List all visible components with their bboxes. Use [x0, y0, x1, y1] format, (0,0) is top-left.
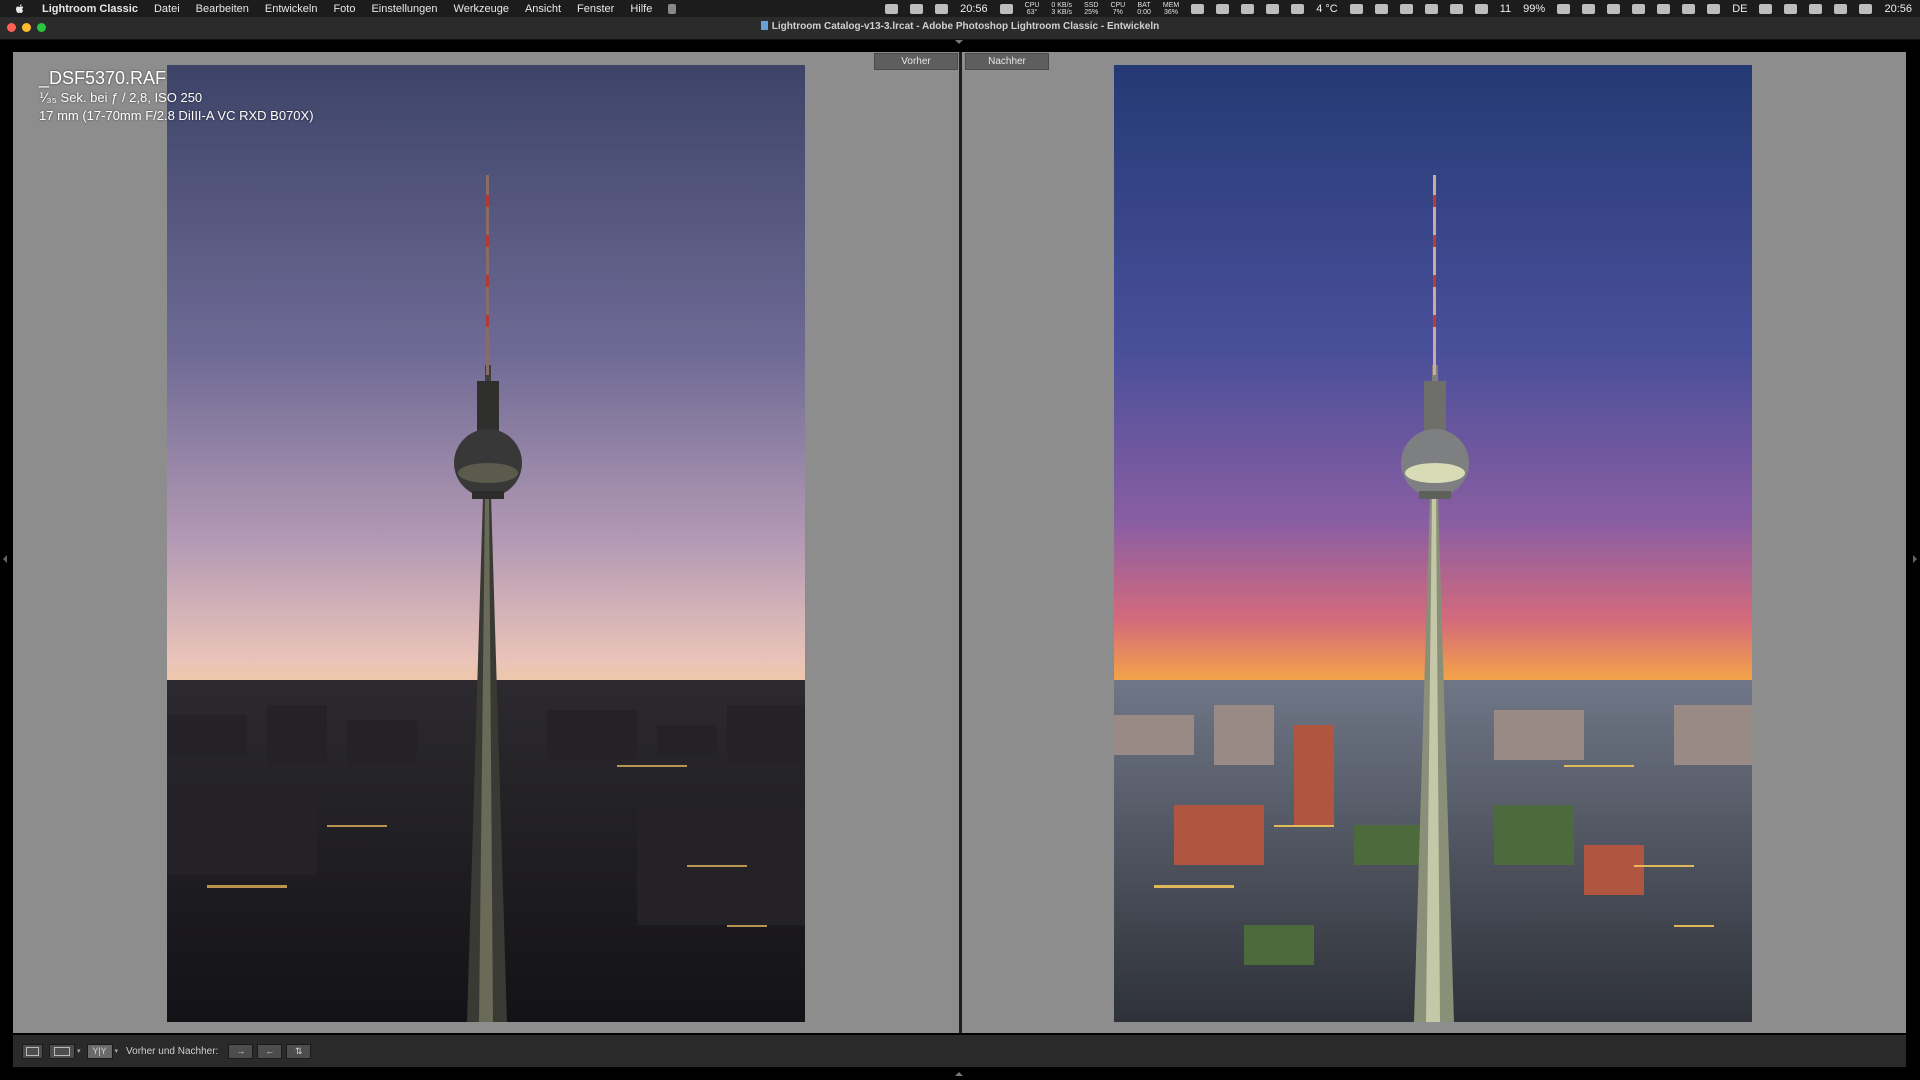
before-after-caret-icon[interactable]: ▾: [77, 1047, 81, 1055]
copy-before-to-after-button[interactable]: →: [228, 1043, 254, 1059]
expand-icon[interactable]: [1349, 3, 1363, 14]
keyboard-icon[interactable]: [1682, 3, 1696, 14]
script-menu-icon[interactable]: [668, 3, 677, 14]
screen-share-icon[interactable]: [885, 3, 899, 14]
time-machine-icon[interactable]: [1632, 3, 1646, 14]
dropbox-icon[interactable]: [1374, 3, 1388, 14]
app-tray-icon[interactable]: [1241, 3, 1255, 14]
settings-icon[interactable]: [1557, 3, 1571, 14]
macos-menu-bar: Lightroom Classic Datei Bearbeiten Entwi…: [0, 0, 1920, 17]
battery-icon[interactable]: [1707, 3, 1721, 14]
before-pane: _DSF5370.RAF ⅟₃₅ Sek. bei ƒ / 2,8, ISO 2…: [13, 52, 959, 1033]
window-title: Lightroom Catalog-v13-3.lrcat - Adobe Ph…: [0, 21, 1920, 32]
k-app-icon[interactable]: [1399, 3, 1413, 14]
menu-ansicht[interactable]: Ansicht: [525, 3, 561, 15]
before-after-label: Vorher und Nachher:: [126, 1045, 219, 1057]
top-panel-toggle-icon[interactable]: [955, 40, 963, 44]
siri-icon[interactable]: [1859, 3, 1873, 14]
battery-percent[interactable]: 99%: [1523, 3, 1545, 15]
menu-fenster[interactable]: Fenster: [577, 3, 614, 15]
before-photo[interactable]: [167, 65, 805, 1022]
grid-app-icon[interactable]: [1424, 3, 1438, 14]
spotlight-search-icon[interactable]: [1809, 3, 1823, 14]
copy-left-icon: →: [236, 1046, 246, 1056]
cloud-sync-icon[interactable]: [935, 3, 949, 14]
bottom-panel-toggle-icon[interactable]: [955, 1072, 963, 1076]
menu-bearbeiten[interactable]: Bearbeiten: [196, 3, 249, 15]
screen-record-icon[interactable]: [1607, 3, 1621, 14]
menu-werkzeuge[interactable]: Werkzeuge: [454, 3, 509, 15]
menu-clock-center[interactable]: 20:56: [960, 3, 988, 15]
menu-datei[interactable]: Datei: [154, 3, 180, 15]
battery-time-stat[interactable]: BAT 0:00: [1137, 2, 1151, 16]
weather-cloud-icon[interactable]: [999, 3, 1013, 14]
menu-entwickeln[interactable]: Entwickeln: [265, 3, 318, 15]
loupe-view-icon: [26, 1046, 39, 1056]
photo-filename: _DSF5370.RAF: [39, 68, 167, 88]
network-stat[interactable]: 0 KB/s 3 KB/s: [1051, 2, 1072, 16]
document-icon: [760, 21, 768, 30]
app-menu-icon[interactable]: [910, 3, 924, 14]
menu-app-name[interactable]: Lightroom Classic: [42, 3, 138, 15]
n-app-icon[interactable]: [1474, 3, 1488, 14]
before-after-toggle-button[interactable]: [49, 1043, 75, 1059]
fork-icon[interactable]: [1449, 3, 1463, 14]
apple-logo-icon[interactable]: [14, 3, 26, 15]
develop-toolbar: ▾ Y|Y ▾ Vorher und Nachher: → ← ⇅: [13, 1035, 1906, 1067]
menu-hilfe[interactable]: Hilfe: [630, 3, 652, 15]
ssd-stat[interactable]: SSD 25%: [1084, 2, 1098, 16]
photo-lens: 17 mm (17-70mm F/2.8 DiIII-A VC RXD B070…: [39, 108, 314, 123]
input-source[interactable]: DE: [1732, 3, 1747, 15]
menu-einstellungen[interactable]: Einstellungen: [371, 3, 437, 15]
after-photo-image: [1114, 65, 1752, 1022]
bluetooth-icon[interactable]: [1657, 3, 1671, 14]
develop-workspace: _DSF5370.RAF ⅟₃₅ Sek. bei ƒ / 2,8, ISO 2…: [13, 52, 1906, 1033]
after-photo[interactable]: [1114, 65, 1752, 1022]
notification-icon[interactable]: [1582, 3, 1596, 14]
window-title-bar: Lightroom Catalog-v13-3.lrcat - Adobe Ph…: [0, 17, 1920, 40]
weather-temp[interactable]: 4 °C: [1316, 3, 1338, 15]
copy-after-to-before-button[interactable]: ←: [257, 1043, 283, 1059]
display-icon[interactable]: [1266, 3, 1280, 14]
side-by-side-view-button[interactable]: Y|Y: [86, 1043, 113, 1059]
swap-icon: ⇅: [295, 1045, 303, 1056]
menu-clock-right[interactable]: 20:56: [1884, 3, 1912, 15]
grid-icon: [54, 1046, 70, 1056]
view-mode-caret-icon[interactable]: ▾: [115, 1047, 119, 1055]
before-label: Vorher: [874, 53, 958, 70]
swap-before-after-button[interactable]: ⇅: [286, 1043, 312, 1059]
cpu-temp-stat[interactable]: CPU 63°: [1025, 2, 1040, 16]
calendar-day-badge[interactable]: 11: [1500, 3, 1511, 15]
before-photo-image: [167, 65, 805, 1022]
copy-right-icon: ←: [265, 1046, 275, 1056]
control-center-icon[interactable]: [1834, 3, 1848, 14]
wifi-icon[interactable]: [1759, 3, 1773, 14]
after-label: Nachher: [965, 53, 1049, 70]
code-icon[interactable]: [1784, 3, 1798, 14]
left-panel-toggle-icon[interactable]: [3, 555, 7, 563]
loupe-view-button[interactable]: [22, 1043, 43, 1059]
after-pane: Nachher: [962, 52, 1906, 1033]
clipboard-icon[interactable]: [1216, 3, 1230, 14]
notes-icon[interactable]: [1191, 3, 1205, 14]
lock-icon[interactable]: [1291, 3, 1305, 14]
photo-info-overlay: _DSF5370.RAF ⅟₃₅ Sek. bei ƒ / 2,8, ISO 2…: [39, 67, 314, 125]
memory-stat[interactable]: MEM 36%: [1163, 2, 1179, 16]
cpu-usage-stat[interactable]: CPU 7%: [1110, 2, 1125, 16]
right-panel-toggle-icon[interactable]: [1913, 555, 1917, 563]
menu-foto[interactable]: Foto: [333, 3, 355, 15]
photo-exposure: ⅟₃₅ Sek. bei ƒ / 2,8, ISO 250: [39, 90, 203, 105]
